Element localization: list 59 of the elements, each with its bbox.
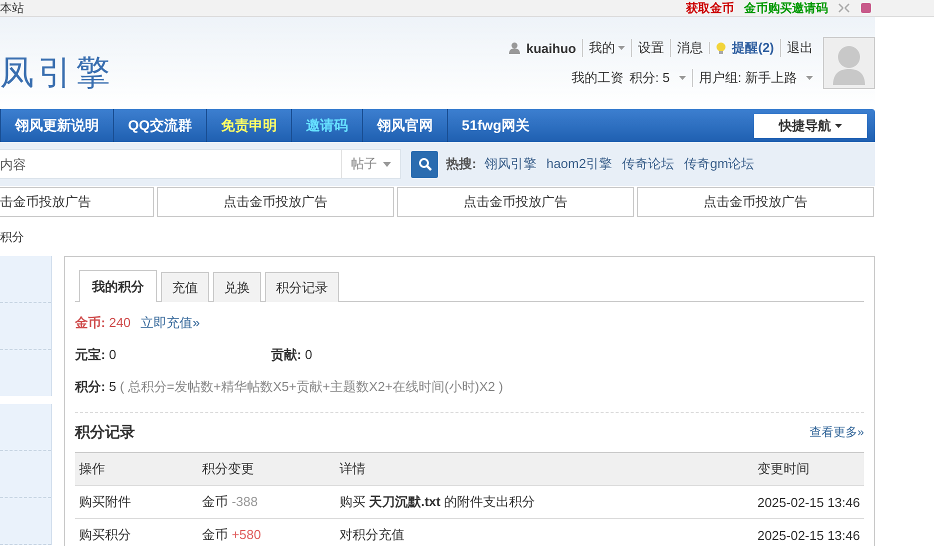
user-icon <box>509 42 520 54</box>
lightbulb-icon <box>716 42 726 54</box>
caret-icon <box>806 76 813 80</box>
notice-link[interactable]: 提醒(2) <box>732 39 774 57</box>
credits-link[interactable]: 积分: 5 <box>629 69 670 87</box>
ad-slot[interactable]: 击金币投放广告 <box>0 187 154 217</box>
user-menu-link[interactable]: 消息 <box>670 39 704 57</box>
salary-link[interactable]: 我的工资 <box>571 69 624 87</box>
tab[interactable]: 充值 <box>161 272 209 302</box>
table-cell: 对积分充值 <box>335 518 754 546</box>
coin-balance: 金币: 240 <box>75 314 131 332</box>
user-menu-link[interactable]: 设置 <box>631 39 664 57</box>
quick-nav-button[interactable]: 快捷导航 <box>754 114 867 138</box>
section-title: 积分记录 <box>75 423 135 442</box>
tab[interactable]: 我的积分 <box>79 270 157 302</box>
user-menu-link[interactable]: 我的 <box>582 39 626 57</box>
table-cell: 购买附件 <box>75 486 198 518</box>
table-cell: 2025-02-15 13:46 <box>753 518 864 546</box>
search-type-select[interactable]: 帖子 <box>341 150 400 178</box>
hot-search-label: 热搜: <box>446 155 476 173</box>
search-field[interactable]: 内容 帖子 <box>0 149 401 179</box>
topbar-text: 本站 <box>0 2 24 14</box>
topbar-link[interactable]: 获取金币 <box>686 2 734 14</box>
ad-slot[interactable]: 点击金币投放广告 <box>637 187 874 217</box>
column-header: 详情 <box>335 452 754 486</box>
recharge-link[interactable]: 立即充值» <box>140 314 200 332</box>
tab[interactable]: 兑换 <box>213 272 261 302</box>
table-cell: 金币 -388 <box>198 486 336 518</box>
table-cell: 购买 天刀沉默.txt 的附件支出积分 <box>335 486 754 518</box>
score-text: 积分: 5 ( 总积分=发帖数+精华帖数X5+贡献+主题数X2+在线时间(小时)X2 ) <box>75 378 864 413</box>
ad-slot[interactable]: 点击金币投放广告 <box>397 187 634 217</box>
table-cell: 2025-02-15 13:46 <box>753 486 864 518</box>
search-icon <box>418 157 432 171</box>
column-header: 操作 <box>75 452 198 486</box>
breadcrumb[interactable]: 积分 <box>0 229 875 246</box>
column-header: 积分变更 <box>198 452 336 486</box>
hot-search-link[interactable]: 传奇gm论坛 <box>684 155 754 173</box>
hot-search-link[interactable]: 翎风引擎 <box>484 155 536 173</box>
caret-icon <box>618 46 626 50</box>
logout-link[interactable]: 退出 <box>780 39 813 57</box>
more-link[interactable]: 查看更多» <box>809 424 864 441</box>
hot-search-link[interactable]: 传奇论坛 <box>622 155 674 173</box>
caret-icon <box>678 76 686 80</box>
column-header: 变更时间 <box>753 452 864 486</box>
stat-text: 贡献: 0 <box>271 346 314 364</box>
tab[interactable]: 积分记录 <box>265 272 339 302</box>
search-button[interactable] <box>411 150 438 178</box>
table-cell: 金币 +580 <box>198 518 336 546</box>
expand-icon[interactable] <box>838 3 850 13</box>
username-link[interactable]: kuaihuo <box>526 40 576 56</box>
user-group-link[interactable]: 用户组: 新手上路 <box>692 69 797 87</box>
site-logo[interactable]: 凤引擎 <box>0 50 114 96</box>
caret-icon <box>835 124 842 128</box>
app-icon[interactable] <box>860 3 872 13</box>
stat-text: 元宝: 0 <box>75 346 118 364</box>
ad-slot[interactable]: 点击金币投放广告 <box>157 187 394 217</box>
hot-search-link[interactable]: haom2引擎 <box>546 155 612 173</box>
caret-icon <box>383 162 391 166</box>
table-cell: 购买积分 <box>75 518 198 546</box>
